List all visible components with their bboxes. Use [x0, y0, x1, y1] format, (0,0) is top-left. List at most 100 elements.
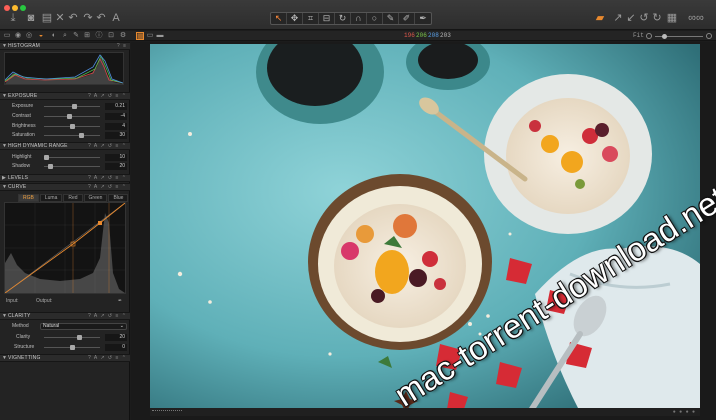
- slider-knob[interactable]: [70, 345, 75, 350]
- collapse-triangle-icon[interactable]: ▼: [2, 184, 7, 191]
- brush-tool-icon[interactable]: ✎: [383, 13, 399, 24]
- redo-icon[interactable]: ↷: [82, 12, 94, 24]
- minimize-window-button[interactable]: [12, 5, 18, 11]
- section-tools-icon[interactable]: ? ≡: [117, 43, 127, 50]
- section-tools-icon[interactable]: ? A ↗ ↺ ≡ ⌃: [88, 93, 127, 100]
- tab-red[interactable]: Red: [63, 194, 83, 202]
- color-tab-icon[interactable]: ◐: [50, 32, 58, 40]
- zoom-label: Fit: [633, 32, 644, 39]
- batch-tab-icon[interactable]: ⚙: [119, 32, 127, 40]
- collapse-triangle-icon[interactable]: ▼: [2, 313, 7, 320]
- expand-triangle-icon[interactable]: ▶: [2, 175, 6, 182]
- zoom-out-icon[interactable]: [646, 33, 652, 39]
- glasses-icon[interactable]: ∞∞: [685, 12, 707, 24]
- zoom-window-button[interactable]: [20, 5, 26, 11]
- eraser-tool-icon[interactable]: ✐: [399, 13, 415, 24]
- workspace-icon[interactable]: ▰: [594, 12, 606, 24]
- tab-luma[interactable]: Luma: [39, 194, 63, 202]
- keystone-tool-icon[interactable]: ∩: [351, 13, 367, 24]
- curve-section-header[interactable]: ▼ CURVE ? A ↗ ↺ ≡ ⌃: [0, 183, 130, 191]
- apply-adjustments-icon[interactable]: ↙: [625, 12, 637, 24]
- slider-value[interactable]: 0: [105, 344, 127, 351]
- adjust-tab-icon[interactable]: ⊞: [83, 32, 91, 40]
- exposure-tab-icon[interactable]: ◒: [37, 32, 45, 40]
- section-tools-icon[interactable]: ? A ↗ ↺ ≡ ⌃: [88, 143, 127, 150]
- pan-tool-icon[interactable]: ✥: [287, 13, 303, 24]
- slider-knob[interactable]: [77, 335, 82, 340]
- delete-icon[interactable]: ✕: [54, 12, 66, 24]
- slider-knob[interactable]: [79, 133, 84, 138]
- section-tools-icon[interactable]: ? A ↗ ↺ ≡ ⌃: [88, 355, 127, 362]
- copy-adjustments-icon[interactable]: ↗: [612, 12, 624, 24]
- straighten-tool-icon[interactable]: ⊟: [319, 13, 335, 24]
- import-icon[interactable]: ⤓: [7, 12, 19, 24]
- collapse-triangle-icon[interactable]: ▼: [2, 143, 7, 150]
- spot-tool-icon[interactable]: ○: [367, 13, 383, 24]
- page-dots[interactable]: ● ● ● ●: [673, 409, 696, 415]
- output-tab-icon[interactable]: ⊡: [107, 32, 115, 40]
- exposure-section-header[interactable]: ▼ EXPOSURE ? A ↗ ↺ ≡ ⌃: [0, 92, 130, 100]
- section-tools-icon[interactable]: ? A ↗ ↺ ≡ ⌃: [88, 175, 127, 182]
- view-filmstrip-icon[interactable]: ▬: [156, 32, 164, 40]
- slider-value[interactable]: 20: [105, 334, 127, 341]
- section-tools-icon[interactable]: ? A ↗ ↺ ≡ ⌃: [88, 184, 127, 191]
- slider-value[interactable]: 10: [105, 154, 127, 161]
- clarity-section-header[interactable]: ▼ CLARITY ? A ↗ ↺ ≡ ⌃: [0, 312, 130, 320]
- capture-one-window: ⤓ ◙ ▤ ✕ ↶ ↷ ↶ A ↖ ✥ ⌗ ⊟ ↻ ∩ ○ ✎ ✐ ✒ ▰ ↗ …: [0, 0, 716, 420]
- slider-track[interactable]: [44, 135, 100, 136]
- camera-icon[interactable]: ◙: [25, 12, 37, 24]
- capture-tab-icon[interactable]: ◉: [14, 32, 22, 40]
- close-window-button[interactable]: [4, 5, 10, 11]
- slider-knob[interactable]: [67, 114, 72, 119]
- slider-value[interactable]: 30: [105, 132, 127, 139]
- levels-section-header[interactable]: ▶ LEVELS ? A ↗ ↺ ≡ ⌃: [0, 174, 130, 182]
- slider-label: Highlight: [12, 154, 32, 160]
- slider-value[interactable]: 20: [105, 163, 127, 170]
- collapse-triangle-icon[interactable]: ▼: [2, 43, 7, 50]
- lens-tab-icon[interactable]: ◎: [25, 32, 33, 40]
- thumbnail-strip-indicator[interactable]: [152, 410, 182, 413]
- text-icon[interactable]: A: [110, 12, 122, 24]
- rotate-tool-icon[interactable]: ↻: [335, 13, 351, 24]
- curve-picker-icon[interactable]: ✒: [118, 298, 122, 304]
- metadata-tab-icon[interactable]: ⓘ: [95, 32, 103, 40]
- slider-knob[interactable]: [70, 124, 75, 129]
- library-tab-icon[interactable]: ▭: [3, 32, 11, 40]
- vignetting-section-header[interactable]: ▼ VIGNETTING ? A ↗ ↺ ≡ ⌃: [0, 354, 130, 362]
- export-icon[interactable]: ▤: [41, 12, 53, 24]
- undo-history-icon[interactable]: ↶: [95, 12, 107, 24]
- rotate-cw-icon[interactable]: ↻: [651, 12, 663, 24]
- slider-knob[interactable]: [72, 104, 77, 109]
- picker-tool-icon[interactable]: ✒: [415, 13, 431, 24]
- view-grid-icon[interactable]: ▦: [136, 32, 144, 40]
- slider-knob[interactable]: [44, 155, 49, 160]
- tab-blue[interactable]: Blue: [108, 194, 129, 202]
- grid-icon[interactable]: ▦: [666, 12, 678, 24]
- photo-preview[interactable]: [150, 44, 700, 412]
- crop-tool-icon[interactable]: ⌗: [303, 13, 319, 24]
- slider-track[interactable]: [44, 157, 100, 158]
- zoom-slider-knob[interactable]: [662, 34, 667, 39]
- reset-icon[interactable]: ↺: [638, 12, 650, 24]
- view-single-icon[interactable]: ▭: [146, 32, 154, 40]
- histogram-section-header[interactable]: ▼ HISTOGRAM ? ≡: [0, 42, 130, 50]
- slider-value[interactable]: 0.21: [105, 103, 127, 110]
- details-tab-icon[interactable]: ⌕: [61, 32, 69, 40]
- method-select[interactable]: Natural ⌄: [40, 323, 127, 330]
- slider-track[interactable]: [44, 337, 100, 338]
- zoom-in-icon[interactable]: [706, 33, 712, 39]
- curve-editor[interactable]: [4, 202, 126, 294]
- collapse-triangle-icon[interactable]: ▼: [2, 93, 7, 100]
- tab-green[interactable]: Green: [83, 194, 108, 202]
- hdr-section-header[interactable]: ▼ HIGH DYNAMIC RANGE ? A ↗ ↺ ≡ ⌃: [0, 142, 130, 150]
- pointer-tool-icon[interactable]: ↖: [271, 13, 287, 24]
- local-tab-icon[interactable]: ✎: [72, 32, 80, 40]
- slider-value[interactable]: -4: [105, 113, 127, 120]
- collapse-triangle-icon[interactable]: ▼: [2, 355, 7, 362]
- tab-rgb[interactable]: RGB: [18, 194, 39, 202]
- slider-value[interactable]: 4: [105, 123, 127, 130]
- slider-track[interactable]: [44, 116, 100, 117]
- section-tools-icon[interactable]: ? A ↗ ↺ ≡ ⌃: [88, 313, 127, 320]
- undo-icon[interactable]: ↶: [67, 12, 79, 24]
- slider-knob[interactable]: [48, 164, 53, 169]
